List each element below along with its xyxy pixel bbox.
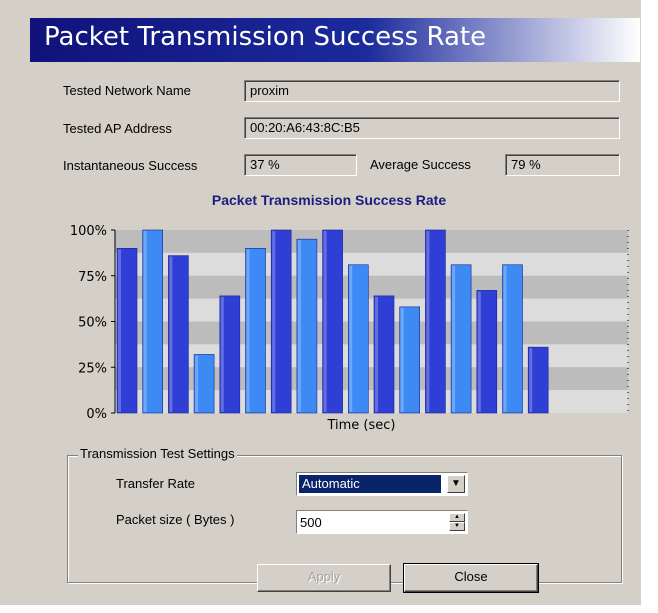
bar-highlight <box>400 307 404 412</box>
window-edge-bottom <box>0 605 658 613</box>
bar-highlight <box>323 231 327 412</box>
transfer-rate-value: Automatic <box>299 475 441 493</box>
bar-highlight <box>349 265 353 412</box>
bar-highlight <box>143 231 147 412</box>
transfer-rate-select[interactable]: Automatic ▼ <box>296 472 468 496</box>
bar-highlight <box>169 256 173 412</box>
packet-size-stepper[interactable]: ▲ ▼ <box>296 510 468 534</box>
transfer-rate-label: Transfer Rate <box>116 476 195 491</box>
grid-band <box>115 390 628 413</box>
window-edge-right <box>641 0 658 613</box>
packet-size-input[interactable] <box>300 514 430 530</box>
bar-highlight <box>452 265 456 412</box>
bar-highlight <box>195 355 199 412</box>
grid-band <box>115 252 628 276</box>
apply-button[interactable]: Apply <box>257 564 391 592</box>
settings-group-label: Transmission Test Settings <box>78 446 237 461</box>
bar-highlight <box>529 348 533 412</box>
bar-highlight <box>503 265 507 412</box>
grid-band <box>115 367 628 391</box>
close-button[interactable]: Close <box>403 563 539 593</box>
success-rate-chart: 0% 25% 50% 75% 100% Time (sec) <box>70 224 629 433</box>
x-axis-label: Time (sec) <box>326 418 395 433</box>
bar-highlight <box>246 249 250 412</box>
packet-size-label: Packet size ( Bytes ) <box>116 512 235 527</box>
y-tick-label: 25% <box>78 361 107 376</box>
y-tick-label: 0% <box>86 407 107 422</box>
dropdown-arrow-icon[interactable]: ▼ <box>447 475 465 493</box>
spin-up-icon[interactable]: ▲ <box>449 513 465 522</box>
grid-band <box>115 298 628 322</box>
y-tick-label: 75% <box>78 270 107 285</box>
bar-highlight <box>477 291 481 412</box>
spin-down-icon[interactable]: ▼ <box>449 522 465 531</box>
y-tick-label: 100% <box>70 224 107 239</box>
bar-highlight <box>220 296 224 412</box>
bar-highlight <box>118 249 121 412</box>
grid-band <box>115 321 628 345</box>
bar-highlight <box>272 231 276 412</box>
y-tick-label: 50% <box>78 316 107 331</box>
grid-band <box>115 230 628 253</box>
success-rate-dialog: Packet Transmission Success Rate Tested … <box>0 0 658 613</box>
bar-highlight <box>375 296 378 412</box>
bar-highlight <box>297 240 301 412</box>
grid-band <box>115 344 628 368</box>
grid-band <box>115 275 628 299</box>
bar-highlight <box>426 231 430 412</box>
